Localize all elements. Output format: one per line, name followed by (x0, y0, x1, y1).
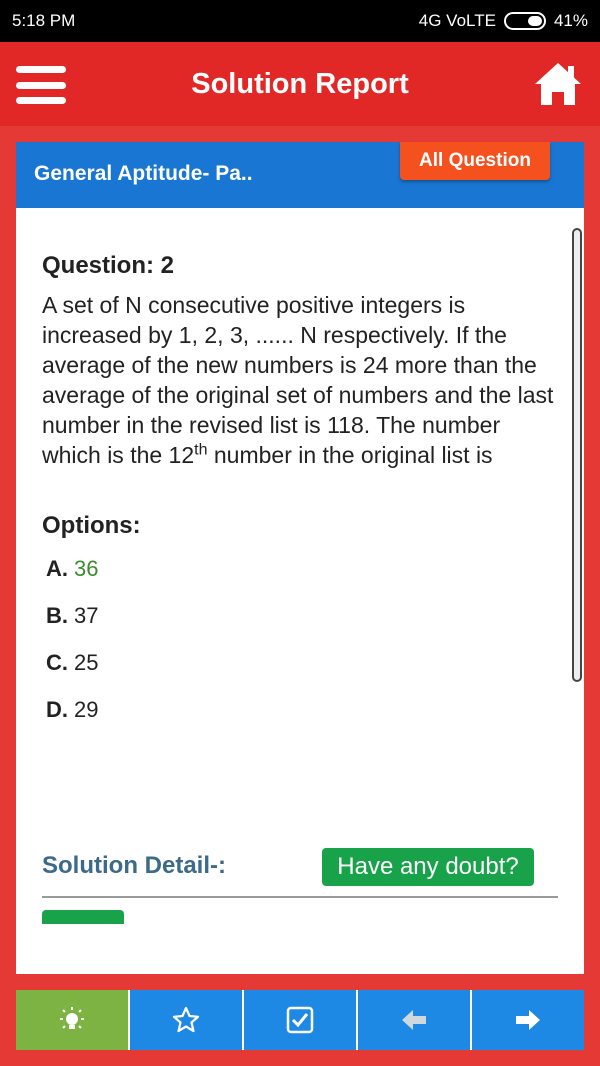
star-icon (172, 1006, 200, 1033)
bulb-icon (60, 1007, 84, 1029)
tab-bookmark[interactable] (128, 990, 242, 1050)
menu-icon[interactable] (16, 66, 66, 104)
tab-hint[interactable] (16, 990, 128, 1050)
battery-level: 41% (553, 11, 588, 30)
tab-next[interactable] (470, 990, 584, 1050)
option-letter: B. (46, 603, 68, 628)
tab-mark[interactable] (242, 990, 356, 1050)
option-d[interactable]: D. 29 (42, 697, 558, 728)
panel-header: General Aptitude- Pa.. All Question (16, 142, 584, 208)
option-letter: C. (46, 650, 68, 675)
question-content: Question: 2 A set of N consecutive posit… (42, 252, 558, 728)
page-title: Solution Report (191, 67, 409, 100)
battery-icon (503, 12, 546, 30)
question-title: Question: 2 (42, 252, 175, 279)
option-letter: D. (46, 697, 68, 722)
question-panel: General Aptitude- Pa.. All Question Ques… (16, 142, 584, 974)
scrollbar[interactable] (572, 228, 582, 682)
solution-header: Solution Detail-: Have any doubt? (42, 848, 558, 898)
bottom-nav (16, 990, 584, 1050)
option-text: 29 (74, 697, 99, 722)
question-text-end: number in the original list is (207, 442, 493, 468)
option-text: 37 (74, 603, 99, 628)
app-bar: Solution Report (0, 42, 600, 126)
next-arrow-icon (516, 1010, 540, 1030)
option-c[interactable]: C. 25 (42, 650, 558, 681)
option-letter: A. (46, 556, 68, 581)
status-icons: 4G VoLTE 41% (419, 11, 588, 31)
solution-tag (42, 910, 124, 924)
all-question-button[interactable]: All Question (400, 142, 550, 180)
status-time: 5:18 PM (12, 11, 76, 30)
option-text: 25 (74, 650, 99, 675)
solution-title: Solution Detail-: (42, 852, 226, 879)
status-bar: 5:18 PM 4G VoLTE 41% (0, 0, 600, 42)
home-icon[interactable] (532, 60, 584, 108)
prev-arrow-icon (402, 1010, 426, 1030)
test-name: General Aptitude- Pa.. (34, 162, 253, 185)
options-title: Options: (42, 512, 141, 539)
option-text: 36 (74, 556, 99, 581)
checkbox-icon (286, 1006, 314, 1034)
option-a[interactable]: A. 36 (42, 556, 558, 587)
tab-previous[interactable] (356, 990, 470, 1050)
ordinal-suffix: th (194, 441, 208, 459)
network-label: 4G VoLTE (418, 11, 496, 30)
have-doubt-button[interactable]: Have any doubt? (322, 848, 534, 886)
option-b[interactable]: B. 37 (42, 603, 558, 634)
question-text: A set of N consecutive positive integers… (42, 290, 558, 470)
